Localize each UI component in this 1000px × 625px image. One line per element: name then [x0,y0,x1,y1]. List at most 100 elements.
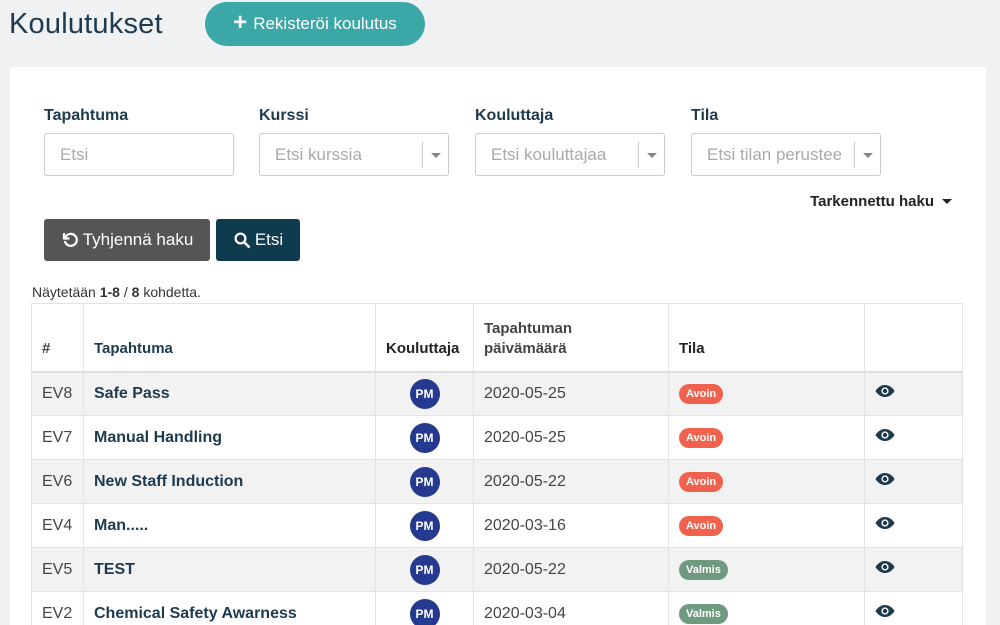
eye-icon[interactable] [875,384,895,398]
advanced-search-label: Tarkennettu haku [810,193,934,210]
avatar: PM [409,466,440,497]
search-label: Etsi [254,230,284,249]
header-actions [864,303,963,373]
row-actions [864,371,963,416]
status-badge: Valmis [679,559,728,580]
register-training-label: Rekisteröi koulutus [253,14,397,33]
plus-icon: + [233,9,248,36]
trainer-select[interactable] [475,133,665,176]
row-trainer: PM [375,459,474,504]
reset-search-label: Tyhjennä haku [82,230,194,249]
row-trainer: PM [375,503,474,548]
header-status[interactable]: Tila [668,303,865,373]
status-badge: Avoin [679,471,724,492]
trainings-table: # Tapahtuma Kouluttaja Tapahtuman päiväm… [31,303,963,625]
row-date: 2020-05-25 [473,415,669,460]
eye-icon[interactable] [875,428,895,442]
row-id: EV6 [31,459,84,504]
course-select[interactable] [259,133,449,176]
row-id: EV2 [31,591,84,625]
row-status: Valmis [668,547,865,592]
status-select[interactable] [691,133,881,176]
row-event[interactable]: New Staff Induction [83,459,376,504]
header-trainer[interactable]: Kouluttaja [375,303,474,373]
row-date: 2020-03-16 [473,503,669,548]
row-status: Valmis [668,591,865,625]
eye-icon[interactable] [875,560,895,574]
status-search-input[interactable] [692,134,856,175]
table-row[interactable]: EV2 Chemical Safety Awarness PM 2020-03-… [31,591,963,625]
filter-course: Kurssi [259,107,449,176]
summary-total: 8 [131,284,140,300]
register-training-button[interactable]: + Rekisteröi koulutus [205,2,425,46]
search-icon [234,232,250,249]
summary-suffix: kohdetta. [143,284,201,300]
eye-icon[interactable] [875,604,895,618]
filter-trainer-label: Kouluttaja [475,107,554,124]
row-status: Avoin [668,503,865,548]
row-date: 2020-03-04 [473,591,669,625]
filter-status: Tila [691,107,881,176]
status-badge: Avoin [679,515,724,536]
row-status: Avoin [668,459,865,504]
filter-trainer: Kouluttaja [475,107,665,176]
row-id: EV5 [31,547,84,592]
header-id[interactable]: # [31,303,84,373]
row-actions [864,459,963,504]
avatar: PM [409,378,440,409]
header-event[interactable]: Tapahtuma [83,303,376,373]
row-actions [864,547,963,592]
chevron-down-icon[interactable] [854,142,880,168]
header-date[interactable]: Tapahtuman päivämäärä [473,303,669,373]
row-trainer: PM [375,371,474,416]
status-badge: Avoin [679,427,724,448]
table-header-row: # Tapahtuma Kouluttaja Tapahtuman päiväm… [31,303,963,373]
row-event[interactable]: Man..... [83,503,376,548]
filter-event-label: Tapahtuma [44,107,129,124]
row-id: EV8 [31,371,84,416]
table-row[interactable]: EV8 Safe Pass PM 2020-05-25 Avoin [31,371,963,416]
table-row[interactable]: EV7 Manual Handling PM 2020-05-25 Avoin [31,415,963,460]
row-event[interactable]: TEST [83,547,376,592]
course-search-input[interactable] [260,134,424,175]
row-status: Avoin [668,371,865,416]
row-event[interactable]: Chemical Safety Awarness [83,591,376,625]
summary-range: 1-8 [99,284,120,300]
status-badge: Avoin [679,383,724,404]
row-actions [864,591,963,625]
main-card: Tapahtuma Kurssi Kouluttaja Tila Tarkenn… [10,67,986,625]
row-trainer: PM [375,415,474,460]
filter-status-label: Tila [691,107,719,124]
row-event[interactable]: Manual Handling [83,415,376,460]
undo-icon [62,232,78,247]
row-id: EV7 [31,415,84,460]
avatar: PM [409,554,440,585]
row-status: Avoin [668,415,865,460]
row-date: 2020-05-25 [473,371,669,416]
table-row[interactable]: EV4 Man..... PM 2020-03-16 Avoin [31,503,963,548]
eye-icon[interactable] [875,472,895,486]
status-badge: Valmis [679,603,728,624]
row-actions [864,415,963,460]
row-id: EV4 [31,503,84,548]
page-title: Koulutukset [9,8,163,40]
event-search-field[interactable] [44,133,234,176]
eye-icon[interactable] [875,516,895,530]
row-actions [864,503,963,548]
trainer-search-input[interactable] [476,134,640,175]
row-date: 2020-05-22 [473,547,669,592]
avatar: PM [409,422,440,453]
avatar: PM [409,598,440,625]
filter-course-label: Kurssi [259,107,309,124]
table-row[interactable]: EV6 New Staff Induction PM 2020-05-22 Av… [31,459,963,504]
advanced-search-toggle[interactable]: Tarkennettu haku [810,193,952,210]
row-trainer: PM [375,591,474,625]
reset-search-button[interactable]: Tyhjennä haku [44,219,210,261]
row-event[interactable]: Safe Pass [83,371,376,416]
event-search-input[interactable] [45,134,233,175]
chevron-down-icon[interactable] [638,142,664,168]
result-summary: Näytetään 1-8 / 8 kohdetta. [32,284,201,300]
chevron-down-icon[interactable] [422,142,448,168]
table-row[interactable]: EV5 TEST PM 2020-05-22 Valmis [31,547,963,592]
search-button[interactable]: Etsi [216,219,300,261]
